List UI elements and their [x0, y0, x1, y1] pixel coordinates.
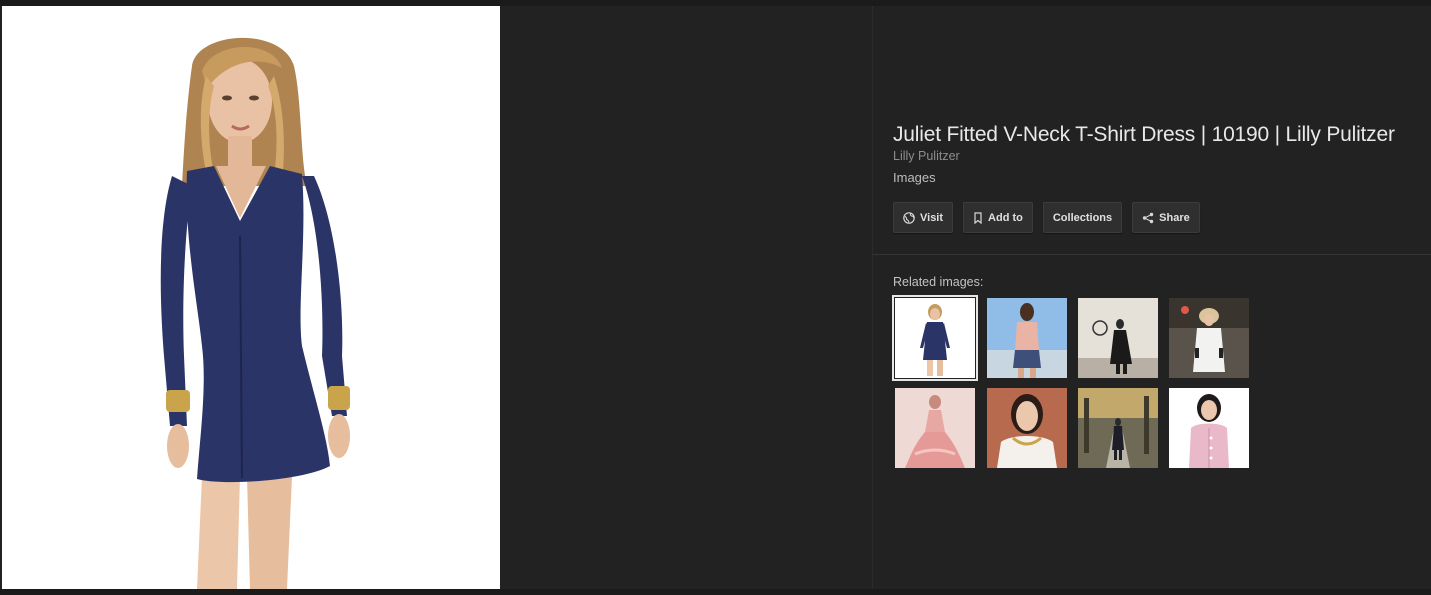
collections-label: Collections — [1052, 211, 1113, 224]
details-panel: Juliet Fitted V-Neck T-Shirt Dress | 101… — [873, 6, 1431, 589]
related-thumbnail[interactable] — [895, 388, 975, 468]
bookmark-icon — [973, 211, 983, 224]
section-divider — [873, 254, 1431, 255]
image-viewer: Juliet Fitted V-Neck T-Shirt Dress | 101… — [0, 0, 1431, 595]
related-thumbnail[interactable] — [1078, 298, 1158, 378]
related-images-label: Related images: — [893, 275, 984, 289]
runway-black-thumbnail — [1078, 298, 1158, 378]
pink-cardigan-thumbnail — [1169, 388, 1249, 468]
related-thumbnail[interactable] — [1078, 388, 1158, 468]
related-thumbnail[interactable] — [1169, 298, 1249, 378]
related-thumbnail[interactable] — [987, 298, 1067, 378]
pink-gown-thumbnail — [895, 388, 975, 468]
image-source[interactable]: Lilly Pulitzer — [893, 149, 960, 163]
image-title[interactable]: Juliet Fitted V-Neck T-Shirt Dress | 101… — [893, 123, 1395, 147]
globe-icon — [903, 211, 915, 224]
related-thumbnail[interactable] — [987, 388, 1067, 468]
related-thumbnail[interactable] — [892, 295, 978, 381]
image-kind: Images — [893, 170, 936, 185]
visit-button[interactable]: Visit — [893, 202, 954, 233]
dress-model-illustration — [2, 6, 500, 589]
share-icon — [1142, 212, 1154, 224]
add-to-button[interactable]: Add to — [963, 202, 1033, 233]
share-label: Share — [1159, 211, 1190, 224]
share-button[interactable]: Share — [1132, 202, 1200, 233]
autumn-avenue-thumbnail — [1078, 388, 1158, 468]
white-collar-thumbnail — [987, 388, 1067, 468]
bottom-edge — [0, 589, 1431, 595]
collections-button[interactable]: Collections — [1042, 202, 1123, 233]
add-to-label: Add to — [988, 211, 1023, 224]
visit-label: Visit — [920, 211, 944, 224]
navy-dress-thumbnail — [895, 298, 975, 378]
action-bar: Visit Add to Collections Share — [893, 202, 1200, 234]
runway-white-coat-thumbnail — [1169, 298, 1249, 378]
pink-top-thumbnail — [987, 298, 1067, 378]
related-thumbnail[interactable] — [1169, 388, 1249, 468]
main-preview-image[interactable] — [2, 6, 500, 589]
